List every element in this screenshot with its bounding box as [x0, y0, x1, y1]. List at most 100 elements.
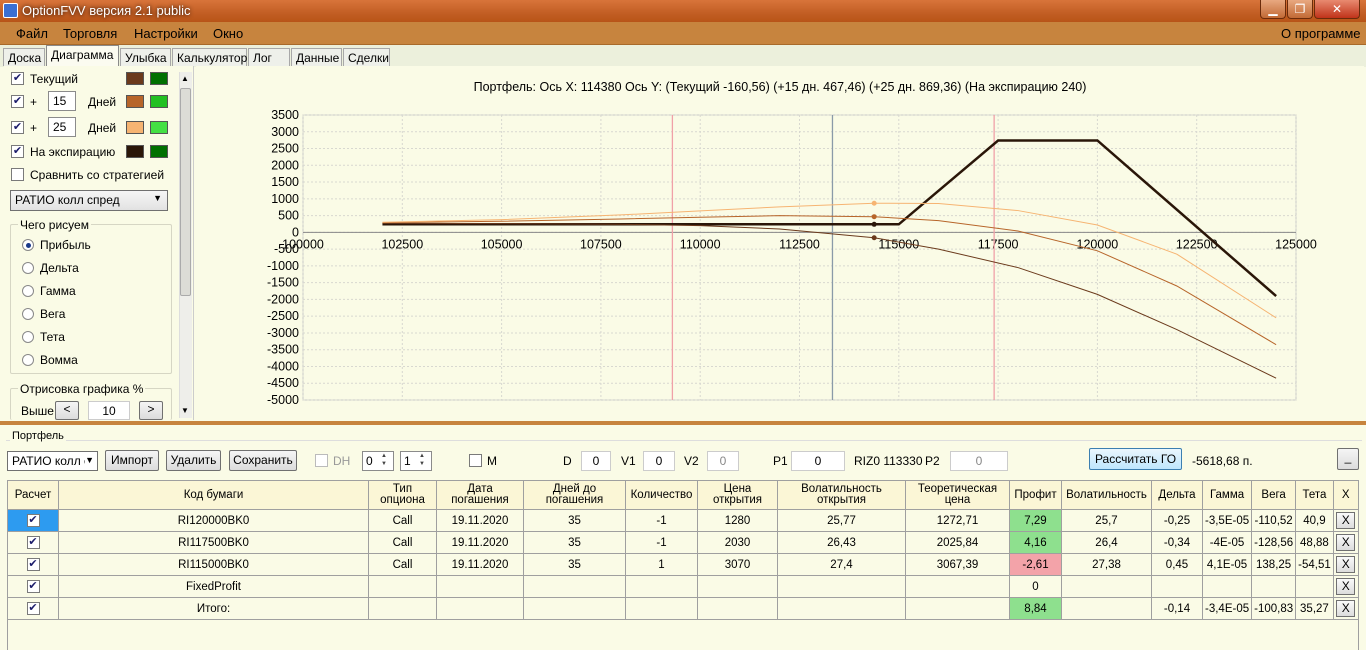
scrollbar-thumb[interactable]: [180, 88, 191, 296]
spin1-input[interactable]: 0: [362, 451, 394, 471]
column-header[interactable]: X: [1332, 480, 1359, 510]
column-header[interactable]: Количество: [625, 480, 698, 510]
strategy-select[interactable]: РАТИО колл спред ▼: [10, 190, 168, 211]
delete-button[interactable]: Удалить: [166, 450, 221, 471]
column-header[interactable]: Код бумаги: [58, 480, 369, 510]
p2-input[interactable]: 0: [950, 451, 1008, 471]
days1-input[interactable]: 15: [48, 91, 76, 111]
tab-calculator[interactable]: Калькулятор: [172, 48, 247, 66]
column-header[interactable]: Тип опциона: [368, 480, 437, 510]
increase-button[interactable]: >: [139, 401, 163, 420]
current-checkbox[interactable]: ✔: [11, 72, 24, 85]
p1-input[interactable]: 0: [791, 451, 845, 471]
remove-row-button[interactable]: X: [1336, 534, 1356, 551]
decrease-button[interactable]: <: [55, 401, 79, 420]
collapse-button[interactable]: _: [1337, 448, 1359, 470]
tab-smile[interactable]: Улыбка: [120, 48, 171, 66]
column-header[interactable]: Вега: [1251, 480, 1297, 510]
column-header[interactable]: Волатильность: [1061, 480, 1152, 510]
table-row[interactable]: ✔ RI120000BK0 Call 19.11.2020 35 -1 1280 25,77 1…: [7, 509, 1359, 532]
calc-checkbox[interactable]: ✔: [26, 514, 40, 527]
current-color-swatch-2[interactable]: [150, 72, 168, 85]
tab-deals[interactable]: Сделки: [343, 48, 390, 66]
scroll-up-icon[interactable]: ▲: [181, 74, 189, 83]
tab-log[interactable]: Лог: [248, 48, 290, 66]
days2-color-swatch-2[interactable]: [150, 121, 168, 134]
spin2-arrows-icon[interactable]: ▲ ▼: [419, 452, 425, 468]
import-button[interactable]: Импорт: [105, 450, 159, 471]
radio-delta[interactable]: [22, 262, 34, 274]
menu-trading[interactable]: Торговля: [63, 26, 117, 41]
calc-margin-button[interactable]: Рассчитать ГО: [1089, 448, 1182, 470]
d-input[interactable]: 0: [581, 451, 611, 471]
payoff-chart[interactable]: 100000 102500 105000 107500 110000 112500 1150…: [196, 66, 1364, 420]
days2-input[interactable]: 25: [48, 117, 76, 137]
menu-about[interactable]: О программе: [1281, 26, 1361, 41]
save-button[interactable]: Сохранить: [229, 450, 297, 471]
menu-window[interactable]: Окно: [213, 26, 243, 41]
table-cell: -0,25: [1151, 509, 1203, 532]
column-header[interactable]: Цена открытия: [697, 480, 778, 510]
remove-row-button[interactable]: X: [1336, 512, 1356, 529]
days1-color-swatch-2[interactable]: [150, 95, 168, 108]
radio-vega[interactable]: [22, 308, 34, 320]
menu-file[interactable]: Файл: [16, 26, 48, 41]
tab-diagram[interactable]: Диаграмма: [46, 45, 119, 67]
column-header[interactable]: Дельта: [1151, 480, 1203, 510]
column-header[interactable]: Волатильность открытия: [777, 480, 906, 510]
remove-row-button[interactable]: X: [1336, 600, 1356, 617]
close-button[interactable]: ✕: [1314, 0, 1360, 19]
radio-theta[interactable]: [22, 331, 34, 343]
days1-color-swatch[interactable]: [126, 95, 144, 108]
spin2-input[interactable]: 1: [400, 451, 432, 471]
calc-checkbox[interactable]: ✔: [26, 602, 40, 615]
calc-checkbox[interactable]: ✔: [26, 580, 40, 593]
table-row[interactable]: ✔ RI115000BK0 Call 19.11.2020 35 1 3070 27,4 306…: [7, 553, 1359, 576]
remove-row-button[interactable]: X: [1336, 556, 1356, 573]
column-header[interactable]: Расчет: [7, 480, 59, 510]
table-row[interactable]: ✔ Итого: 8,84 -0,14 -3,4E-05 -100,83 35,27 X: [7, 597, 1359, 620]
table-cell: 1: [625, 553, 698, 576]
p1-label: P1: [773, 454, 788, 468]
days1-checkbox[interactable]: ✔: [11, 95, 24, 108]
scroll-down-icon[interactable]: ▼: [181, 406, 189, 415]
calc-checkbox[interactable]: ✔: [26, 536, 40, 549]
column-header[interactable]: Профит: [1009, 480, 1062, 510]
radio-profit[interactable]: [22, 239, 34, 251]
radio-gamma[interactable]: [22, 285, 34, 297]
radio-vomma[interactable]: [22, 354, 34, 366]
expiry-color-swatch-2[interactable]: [150, 145, 168, 158]
table-cell: [523, 597, 626, 620]
calc-checkbox[interactable]: ✔: [26, 558, 40, 571]
remove-cell: X: [1332, 597, 1359, 620]
calc-checkbox-cell: ✔: [7, 575, 59, 598]
expiry-color-swatch[interactable]: [126, 145, 144, 158]
m-checkbox[interactable]: [469, 454, 482, 467]
compare-checkbox[interactable]: [11, 168, 24, 181]
remove-row-button[interactable]: X: [1336, 578, 1356, 595]
table-row[interactable]: ✔ RI117500BK0 Call 19.11.2020 35 -1 2030 26,43 2…: [7, 531, 1359, 554]
spin1-arrows-icon[interactable]: ▲ ▼: [381, 452, 387, 468]
expiry-checkbox[interactable]: ✔: [11, 145, 24, 158]
menu-settings[interactable]: Настройки: [134, 26, 198, 41]
table-row[interactable]: ✔ FixedProfit 0 X: [7, 575, 1359, 598]
v1-input[interactable]: 0: [643, 451, 675, 471]
v2-input[interactable]: 0: [707, 451, 739, 471]
dh-checkbox[interactable]: [315, 454, 328, 467]
y-tick-label: -1500: [267, 276, 299, 290]
column-header[interactable]: Дата погашения: [436, 480, 524, 510]
column-header[interactable]: Теоретическая цена: [905, 480, 1010, 510]
days2-checkbox[interactable]: ✔: [11, 121, 24, 134]
render-percent-input[interactable]: 10: [88, 401, 130, 420]
current-color-swatch[interactable]: [126, 72, 144, 85]
title-bar[interactable]: [0, 0, 1366, 22]
tab-board[interactable]: Доска: [3, 48, 45, 66]
column-header[interactable]: Гамма: [1201, 480, 1253, 510]
column-header[interactable]: Тета: [1295, 480, 1334, 510]
tab-data[interactable]: Данные: [291, 48, 342, 66]
column-header[interactable]: Дней до погашения: [523, 480, 626, 510]
portfolio-select[interactable]: РАТИО колл с ▼: [7, 451, 98, 471]
maximize-button[interactable]: ❐: [1287, 0, 1313, 19]
days2-color-swatch[interactable]: [126, 121, 144, 134]
minimize-button[interactable]: ▁: [1260, 0, 1286, 19]
